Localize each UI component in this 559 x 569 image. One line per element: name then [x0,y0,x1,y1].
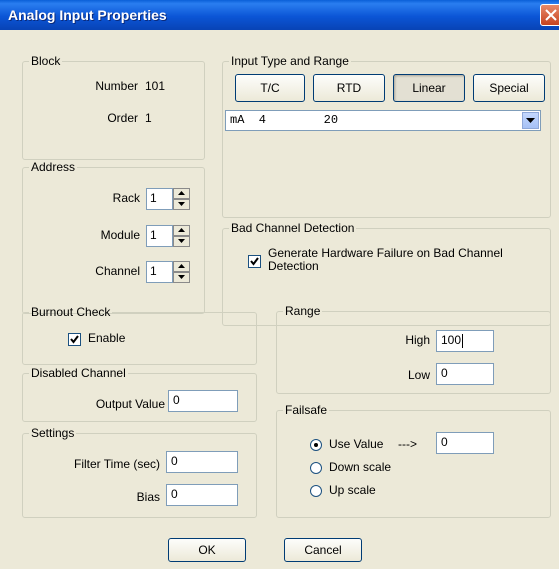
rack-label: Rack [112,191,140,205]
order-label: Order [107,111,138,125]
rtd-button[interactable]: RTD [313,74,385,102]
range-select-value: mA 4 20 [230,113,339,127]
channel-down-button[interactable] [173,272,190,283]
up-scale-radio[interactable] [310,485,322,497]
output-value-input[interactable]: 0 [168,390,238,412]
number-label: Number [95,79,138,93]
rack-up-button[interactable] [173,188,190,199]
down-scale-label[interactable]: Down scale [329,460,391,474]
hardware-failure-checkbox[interactable] [248,255,261,268]
channel-label: Channel [95,264,140,278]
rack-spinner[interactable]: 1 [146,188,190,210]
low-label: Low [407,368,430,382]
rack-field[interactable]: 1 [146,188,173,210]
channel-spinner[interactable]: 1 [146,261,190,283]
dropdown-button[interactable] [522,112,539,129]
up-scale-label[interactable]: Up scale [329,483,376,497]
radio-dot [314,443,318,447]
high-input[interactable]: 100 [436,330,494,352]
arrow-down-icon [178,275,185,279]
arrow-down-icon [178,239,185,243]
use-value-label[interactable]: Use Value [329,437,383,451]
bias-input[interactable]: 0 [166,484,238,506]
failsafe-group: Failsafe [276,403,551,518]
ok-button[interactable]: OK [168,538,246,562]
title-bar[interactable]: Analog Input Properties [0,0,559,30]
hardware-failure-label[interactable]: Generate Hardware Failure on Bad Channel… [268,247,533,273]
failsafe-legend: Failsafe [285,403,328,417]
check-icon [70,335,79,344]
arrow-up-icon [178,228,185,232]
block-group: Block [22,54,205,160]
close-button[interactable] [540,4,559,26]
input-type-legend: Input Type and Range [231,54,349,68]
burnout-enable-label[interactable]: Enable [88,331,125,345]
text-cursor [462,333,464,348]
channel-field[interactable]: 1 [146,261,173,283]
channel-up-button[interactable] [173,261,190,272]
burnout-group: Burnout Check [22,305,257,365]
tc-button[interactable]: T/C [235,74,305,102]
module-label: Module [100,228,140,242]
special-button[interactable]: Special [473,74,545,102]
filter-time-label: Filter Time (sec) [73,457,160,471]
cancel-button[interactable]: Cancel [284,538,362,562]
address-legend: Address [31,160,76,174]
use-value-radio[interactable] [310,439,322,451]
number-value: 101 [145,79,166,93]
close-icon [545,9,557,21]
linear-button[interactable]: Linear [393,74,465,102]
filter-time-input[interactable]: 0 [166,451,238,473]
window-title: Analog Input Properties [8,7,167,23]
down-scale-radio[interactable] [310,462,322,474]
high-label: High [405,333,430,347]
arrow-up-icon [178,191,185,195]
disabled-channel-legend: Disabled Channel [31,366,126,380]
module-field[interactable]: 1 [146,225,173,247]
check-icon [250,257,259,266]
module-spinner[interactable]: 1 [146,225,190,247]
high-value: 100 [441,333,462,347]
arrow-label: ---> [398,437,417,451]
burnout-legend: Burnout Check [31,305,111,319]
block-legend: Block [31,54,61,68]
dialog-body: Block Number 101 Order 1 Input Type and … [0,30,559,569]
range-select[interactable]: mA 4 20 [225,110,541,131]
module-down-button[interactable] [173,236,190,247]
output-value-label: Output Value [95,397,165,411]
burnout-enable-checkbox[interactable] [68,333,81,346]
module-up-button[interactable] [173,225,190,236]
failsafe-value-input[interactable]: 0 [436,432,494,454]
chevron-down-icon [526,118,535,123]
bias-label: Bias [136,490,160,504]
rack-down-button[interactable] [173,199,190,210]
order-value: 1 [145,111,152,125]
arrow-down-icon [178,202,185,206]
arrow-up-icon [178,264,185,268]
low-input[interactable]: 0 [436,363,494,385]
settings-legend: Settings [31,426,75,440]
bad-channel-legend: Bad Channel Detection [231,221,355,235]
range-legend: Range [285,304,321,318]
